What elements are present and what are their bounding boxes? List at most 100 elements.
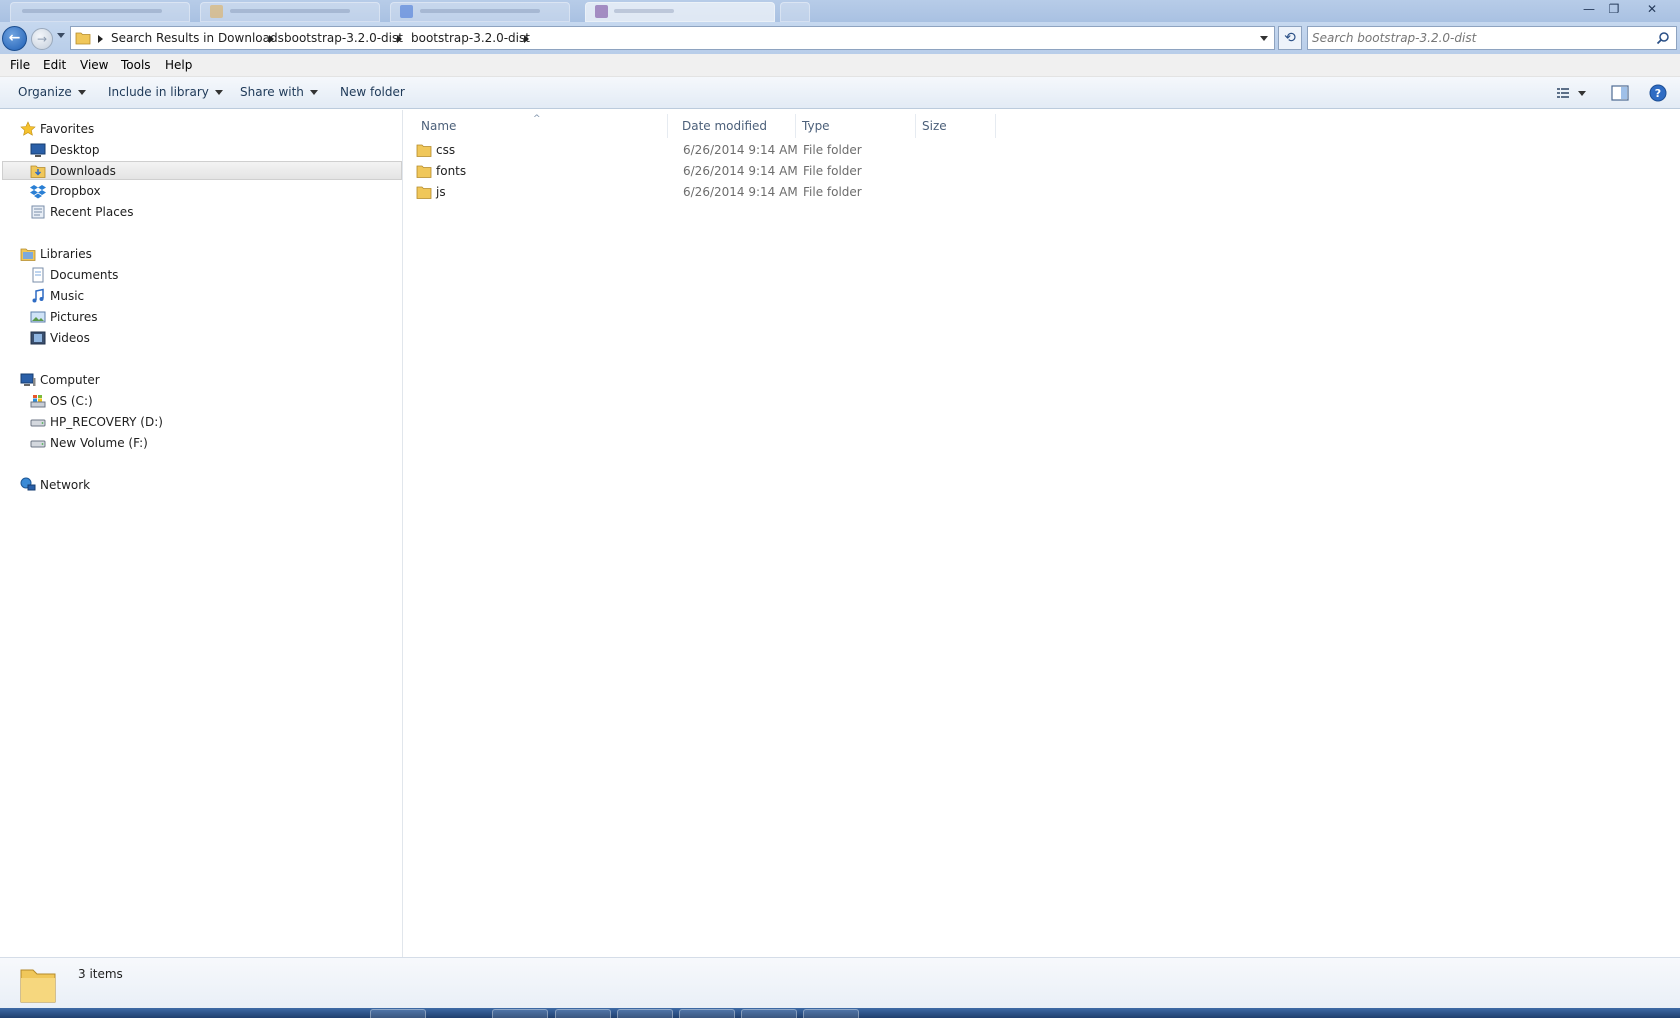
refresh-button[interactable]: ⟲: [1278, 26, 1302, 50]
nav-item-label: Music: [50, 289, 85, 303]
nav-item-label: New Volume (F:): [50, 436, 148, 450]
address-bar[interactable]: Search Results in Downloads bootstrap-3.…: [70, 26, 1275, 50]
hard-drive-icon: [30, 440, 46, 448]
nav-item-label: Videos: [50, 331, 90, 345]
change-view-icon[interactable]: [1554, 83, 1574, 103]
close-button[interactable]: ✕: [1641, 1, 1663, 17]
share-with-button[interactable]: Share with: [240, 85, 318, 99]
maximize-button[interactable]: ❐: [1603, 1, 1625, 17]
organize-button[interactable]: Organize: [18, 85, 86, 99]
pictures-icon: [30, 311, 46, 323]
recent-places-icon: [31, 205, 45, 219]
file-date-modified: 6/26/2014 9:14 AM: [683, 185, 798, 199]
recent-pages-dropdown-icon[interactable]: [57, 33, 65, 38]
column-header-name[interactable]: Name ^: [415, 114, 668, 138]
nav-favorites[interactable]: Favorites: [20, 120, 220, 139]
libraries-icon: [20, 248, 36, 261]
nav-item-drive-d[interactable]: HP_RECOVERY (D:): [30, 413, 230, 432]
breadcrumb-bootstrap-dist-current[interactable]: bootstrap-3.2.0-dist: [411, 31, 530, 45]
active-tab-text: [614, 9, 674, 13]
nav-item-downloads[interactable]: Downloads: [2, 161, 402, 180]
sort-ascending-icon: ^: [533, 114, 541, 124]
navigation-pane: Favorites Desktop Downloads Dropbox Rece…: [0, 110, 403, 957]
nav-item-drive-f[interactable]: New Volume (F:): [30, 434, 230, 453]
file-row[interactable]: fonts 6/26/2014 9:14 AM File folder: [416, 161, 936, 181]
column-header-date-modified[interactable]: Date modified: [676, 114, 796, 138]
nav-libraries[interactable]: Libraries: [20, 245, 220, 264]
title-bar: — ❐ ✕: [0, 0, 1680, 22]
file-type: File folder: [803, 185, 862, 199]
breadcrumb-separator-icon[interactable]: [269, 35, 274, 43]
nav-network-label: Network: [40, 478, 91, 492]
nav-item-label: Pictures: [50, 310, 98, 324]
chevron-down-icon: [309, 90, 318, 95]
taskbar-button[interactable]: [803, 1009, 859, 1018]
file-list: Name ^ Date modified Type Size css 6/26/…: [404, 110, 1680, 957]
nav-item-drive-c[interactable]: OS (C:): [30, 392, 230, 411]
include-in-library-button[interactable]: Include in library: [108, 85, 223, 99]
taskbar-button[interactable]: [555, 1009, 611, 1018]
file-row[interactable]: js 6/26/2014 9:14 AM File folder: [416, 182, 936, 202]
taskbar-button[interactable]: [741, 1009, 797, 1018]
windows-drive-icon: [30, 395, 46, 408]
nav-network[interactable]: Network: [20, 476, 220, 495]
column-header-size[interactable]: Size: [916, 114, 996, 138]
preview-pane-icon[interactable]: [1610, 83, 1630, 103]
nav-item-music[interactable]: Music: [30, 287, 230, 306]
file-row[interactable]: css 6/26/2014 9:14 AM File folder: [416, 140, 936, 160]
minimize-button[interactable]: —: [1578, 1, 1600, 17]
column-header-label: Date modified: [682, 119, 768, 133]
nav-favorites-label: Favorites: [40, 122, 95, 136]
back-button[interactable]: ←: [2, 26, 27, 51]
taskbar-button[interactable]: [617, 1009, 673, 1018]
menu-view[interactable]: View: [80, 58, 108, 72]
share-with-label: Share with: [240, 85, 304, 99]
menu-edit[interactable]: Edit: [43, 58, 66, 72]
address-history-dropdown-icon[interactable]: [1260, 36, 1268, 41]
new-tab-button: [780, 2, 810, 22]
breadcrumb-bootstrap-dist[interactable]: bootstrap-3.2.0-dist: [284, 31, 403, 45]
nav-computer-label: Computer: [40, 373, 100, 387]
nav-item-videos[interactable]: Videos: [30, 329, 230, 348]
taskbar-button[interactable]: [679, 1009, 735, 1018]
nav-item-desktop[interactable]: Desktop: [30, 141, 230, 160]
file-name: fonts: [436, 164, 467, 178]
nav-computer[interactable]: Computer: [20, 371, 220, 390]
menu-file[interactable]: File: [10, 58, 30, 72]
nav-item-documents[interactable]: Documents: [30, 266, 230, 285]
taskbar-button[interactable]: [370, 1009, 426, 1018]
column-header-type[interactable]: Type: [796, 114, 916, 138]
breadcrumb-separator-icon[interactable]: [397, 35, 402, 43]
items-count: 3 items: [78, 967, 123, 981]
nav-item-pictures[interactable]: Pictures: [30, 308, 230, 327]
menu-tools[interactable]: Tools: [121, 58, 151, 72]
menu-bar: File Edit View Tools Help: [0, 54, 1680, 77]
hard-drive-icon: [30, 419, 46, 427]
folder-icon: [416, 144, 432, 157]
nav-item-dropbox[interactable]: Dropbox: [30, 182, 230, 201]
search-icon[interactable]: [1656, 31, 1670, 45]
file-date-modified: 6/26/2014 9:14 AM: [683, 164, 798, 178]
desktop-icon: [30, 143, 46, 157]
view-options-dropdown-icon[interactable]: [1576, 83, 1588, 103]
nav-item-label: Desktop: [50, 143, 100, 157]
breadcrumb-search-results[interactable]: Search Results in Downloads: [111, 31, 284, 45]
file-type: File folder: [803, 164, 862, 178]
column-header-label: Size: [922, 119, 947, 133]
forward-button[interactable]: →: [31, 28, 53, 50]
nav-item-label: HP_RECOVERY (D:): [50, 415, 163, 429]
breadcrumb-separator-icon[interactable]: [524, 35, 529, 43]
nav-item-recent-places[interactable]: Recent Places: [30, 203, 230, 222]
chevron-down-icon: [77, 90, 86, 95]
chevron-down-icon: [214, 90, 223, 95]
search-box[interactable]: [1307, 26, 1677, 50]
new-folder-button[interactable]: New folder: [340, 85, 405, 99]
command-bar: Organize Include in library Share with N…: [0, 77, 1680, 109]
menu-help[interactable]: Help: [165, 58, 192, 72]
help-icon[interactable]: ?: [1648, 83, 1668, 103]
tab-favicon: [210, 5, 223, 18]
search-input[interactable]: [1312, 29, 1642, 47]
breadcrumb-separator-icon[interactable]: [98, 35, 103, 43]
taskbar-button[interactable]: [492, 1009, 548, 1018]
organize-label: Organize: [18, 85, 72, 99]
